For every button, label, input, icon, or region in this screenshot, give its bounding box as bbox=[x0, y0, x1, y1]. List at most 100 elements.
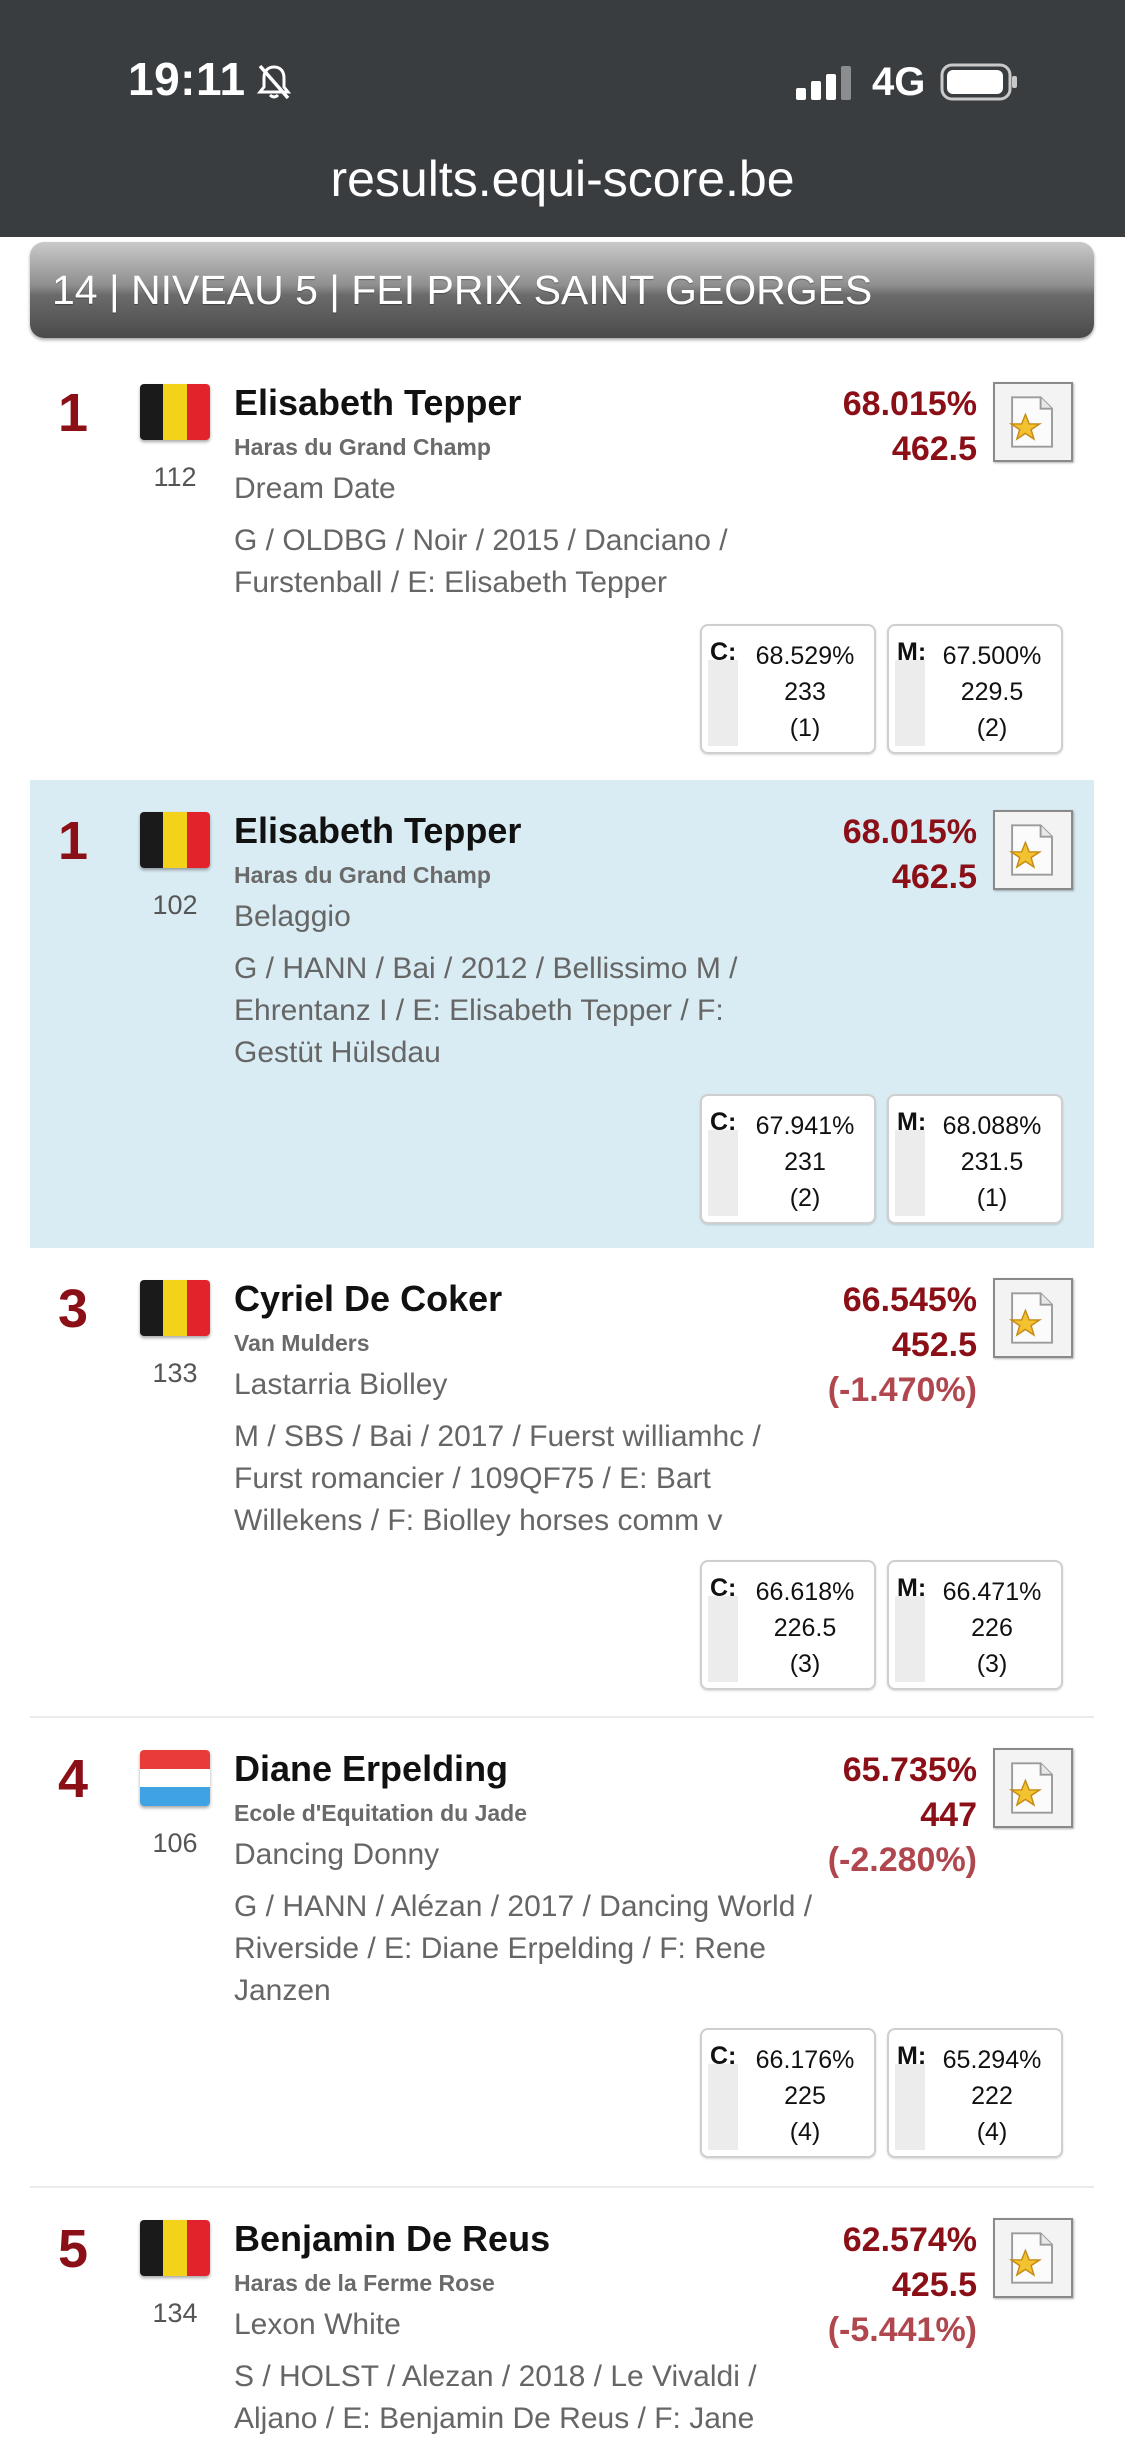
judge-rank: (4) bbox=[789, 2118, 821, 2146]
judge-values: 66.471% 226 (3) bbox=[925, 1574, 1059, 1682]
total-percent: 68.015% bbox=[842, 813, 977, 851]
judge-points: 231 bbox=[784, 1148, 826, 1176]
score-block: 68.015% 462.5 bbox=[843, 810, 977, 900]
judge-label: M: bbox=[897, 1108, 927, 1136]
judge-rank: (3) bbox=[976, 1650, 1008, 1678]
horse-details: G / OLDBG / Noir / 2015 / Danciano / Fur… bbox=[234, 524, 728, 599]
judge-percent: 68.088% bbox=[942, 1112, 1042, 1140]
horse-details: S / HOLST / Alezan / 2018 / Le Vivaldi /… bbox=[234, 2360, 757, 2435]
judge-points: 233 bbox=[784, 678, 826, 706]
judge-strip bbox=[708, 2064, 738, 2150]
judge-points: 229.5 bbox=[960, 678, 1024, 706]
judge-c-score: C: 66.618% 226.5 (3) bbox=[700, 1560, 876, 1690]
rider-name[interactable]: Diane Erpelding bbox=[234, 1748, 508, 1790]
bib-number: 106 bbox=[152, 1828, 198, 1858]
judge-c-score: C: 66.176% 225 (4) bbox=[700, 2028, 876, 2158]
bib-number: 112 bbox=[153, 462, 197, 492]
judge-points: 222 bbox=[971, 2082, 1013, 2110]
club-name: Van Mulders bbox=[234, 1330, 370, 1356]
judge-label: M: bbox=[897, 638, 927, 666]
result-row: 4 106 Diane Erpelding Ecole d'Equitation… bbox=[30, 1718, 1094, 2188]
rank: 1 bbox=[58, 383, 89, 443]
horse-name[interactable]: Belaggio bbox=[234, 900, 351, 934]
horse-name[interactable]: Dancing Donny bbox=[234, 1838, 439, 1872]
bib-number: 134 bbox=[152, 2298, 198, 2328]
judge-strip bbox=[708, 1130, 738, 1216]
judge-strip bbox=[708, 660, 738, 746]
club-name: Haras du Grand Champ bbox=[234, 862, 491, 888]
rank: 1 bbox=[58, 811, 89, 871]
competition-header: 14 | NIVEAU 5 | FEI PRIX SAINT GEORGES bbox=[30, 242, 1094, 338]
judge-points: 226 bbox=[971, 1614, 1013, 1642]
judge-values: 67.941% 231 (2) bbox=[738, 1108, 872, 1216]
belgium-flag-icon bbox=[140, 812, 210, 868]
judge-percent: 65.294% bbox=[942, 2046, 1042, 2074]
favorite-star-document-icon bbox=[1008, 1292, 1053, 1344]
judge-m-score: M: 67.500% 229.5 (2) bbox=[887, 624, 1063, 754]
result-row-highlighted: 1 102 Elisabeth Tepper Haras du Grand Ch… bbox=[30, 780, 1094, 1248]
judge-values: 68.088% 231.5 (1) bbox=[925, 1108, 1059, 1216]
judge-m-score: M: 66.471% 226 (3) bbox=[887, 1560, 1063, 1690]
judge-strip bbox=[895, 2064, 925, 2150]
judge-c-score: C: 68.529% 233 (1) bbox=[700, 624, 876, 754]
browser-chrome: 19:11 4G results.equi-score.be bbox=[0, 0, 1125, 237]
rank: 4 bbox=[58, 1749, 89, 1809]
rider-name[interactable]: Benjamin De Reus bbox=[234, 2218, 550, 2260]
judge-label: C: bbox=[710, 1574, 737, 1602]
total-points: 462.5 bbox=[891, 430, 977, 468]
total-points: 462.5 bbox=[891, 858, 977, 896]
favorite-button[interactable] bbox=[993, 1278, 1073, 1358]
horse-name[interactable]: Dream Date bbox=[234, 472, 396, 506]
judge-rank: (2) bbox=[789, 1184, 821, 1212]
favorite-button[interactable] bbox=[993, 810, 1073, 890]
horse-name[interactable]: Lexon White bbox=[234, 2308, 401, 2342]
score-block: 68.015% 462.5 bbox=[843, 382, 977, 472]
judge-percent: 68.529% bbox=[755, 642, 855, 670]
judge-strip bbox=[895, 660, 925, 746]
favorite-button[interactable] bbox=[993, 1748, 1073, 1828]
favorite-star-document-icon bbox=[1008, 396, 1053, 448]
horse-details: G / HANN / Bai / 2012 / Bellissimo M / E… bbox=[234, 952, 738, 1069]
judge-points: 231.5 bbox=[960, 1148, 1024, 1176]
silent-mode-icon bbox=[256, 64, 292, 100]
favorite-star-document-icon bbox=[1008, 1762, 1053, 1814]
favorite-star-document-icon bbox=[1008, 2232, 1053, 2284]
horse-details: G / HANN / Alézan / 2017 / Dancing World… bbox=[234, 1890, 813, 2007]
result-row: 3 133 Cyriel De Coker Van Mulders Lastar… bbox=[30, 1248, 1094, 1718]
judge-rank: (4) bbox=[976, 2118, 1008, 2146]
percent-difference: (-1.470%) bbox=[827, 1371, 977, 1409]
horse-name[interactable]: Lastarria Biolley bbox=[234, 1368, 447, 1402]
favorite-button[interactable] bbox=[993, 2218, 1073, 2298]
judge-strip bbox=[895, 1130, 925, 1216]
club-name: Ecole d'Equitation du Jade bbox=[234, 1800, 528, 1826]
horse-details: M / SBS / Bai / 2017 / Fuerst williamhc … bbox=[234, 1420, 761, 1537]
judge-label: C: bbox=[710, 638, 737, 666]
total-percent: 68.015% bbox=[842, 385, 977, 423]
percent-difference: (-5.441%) bbox=[827, 2311, 977, 2349]
judge-strip bbox=[708, 1596, 738, 1682]
judge-points: 225 bbox=[784, 2082, 826, 2110]
result-row: 5 134 Benjamin De Reus Haras de la Ferme… bbox=[30, 2188, 1094, 2436]
luxembourg-flag-icon bbox=[140, 1750, 210, 1806]
judge-points: 226.5 bbox=[773, 1614, 837, 1642]
club-name: Haras du Grand Champ bbox=[234, 434, 491, 460]
total-points: 452.5 bbox=[891, 1326, 977, 1364]
rank: 3 bbox=[58, 1279, 89, 1339]
rider-name[interactable]: Elisabeth Tepper bbox=[234, 810, 521, 852]
judge-percent: 67.500% bbox=[942, 642, 1042, 670]
total-points: 425.5 bbox=[891, 2266, 977, 2304]
rider-name[interactable]: Cyriel De Coker bbox=[234, 1278, 502, 1320]
rider-name[interactable]: Elisabeth Tepper bbox=[234, 382, 521, 424]
judge-values: 68.529% 233 (1) bbox=[738, 638, 872, 746]
percent-difference: (-2.280%) bbox=[827, 1841, 977, 1879]
judge-values: 66.618% 226.5 (3) bbox=[738, 1574, 872, 1682]
score-block: 66.545% 452.5 (-1.470%) bbox=[828, 1278, 977, 1413]
judge-percent: 66.618% bbox=[755, 1578, 855, 1606]
judge-strip bbox=[895, 1596, 925, 1682]
judge-percent: 66.176% bbox=[755, 2046, 855, 2074]
favorite-button[interactable] bbox=[993, 382, 1073, 462]
address-bar-url[interactable]: results.equi-score.be bbox=[0, 150, 1125, 208]
judge-m-score: M: 65.294% 222 (4) bbox=[887, 2028, 1063, 2158]
judge-rank: (1) bbox=[976, 1184, 1008, 1212]
total-points: 447 bbox=[920, 1796, 977, 1834]
